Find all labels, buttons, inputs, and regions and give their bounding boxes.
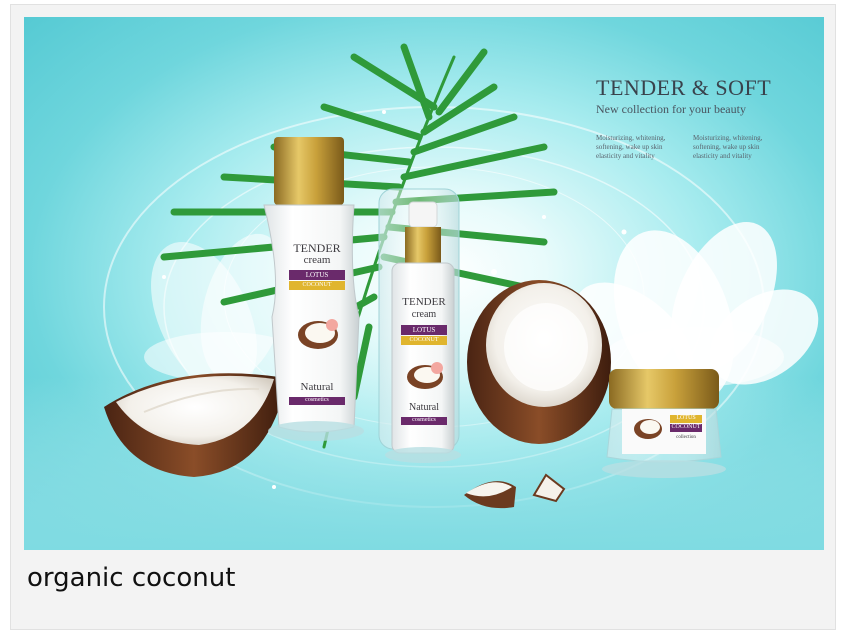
pump-bottle-line2: COCONUT — [409, 337, 439, 343]
blurb-right: Moisturizing, whitening, softening, wake… — [693, 134, 763, 160]
jar-footer-sub: collection — [676, 435, 696, 440]
headline-subtitle: New collection for your beauty — [596, 102, 746, 116]
tall-bottle-type: cream — [303, 254, 331, 266]
pump-bottle-line1: LOTUS — [412, 326, 436, 334]
image-card[interactable]: TENDER cream LOTUS COCONUT Natural cosme… — [10, 4, 836, 630]
jar-line2: COCONUT — [671, 424, 701, 430]
tall-bottle-footer-sub: cosmetics — [305, 397, 329, 403]
product-advertisement-image[interactable]: TENDER cream LOTUS COCONUT Natural cosme… — [24, 17, 824, 550]
jar-line1: LOTUS — [676, 415, 696, 421]
pump-bottle-type: cream — [411, 309, 437, 320]
headline-block: TENDER & SOFT New collection for your be… — [596, 75, 816, 117]
tall-bottle-line2: COCONUT — [302, 282, 332, 288]
tall-bottle-footer: Natural — [300, 381, 334, 393]
headline-title: TENDER & SOFT — [596, 75, 772, 100]
pump-bottle-brand: TENDER — [402, 296, 446, 308]
pump-bottle-footer: Natural — [409, 402, 439, 413]
coconut-half-right — [467, 280, 611, 444]
pump-bottle-footer-sub: cosmetics — [412, 417, 436, 423]
tall-bottle-line1: LOTUS — [305, 271, 329, 279]
blurb-left: Moisturizing, whitening, softening, wake… — [596, 134, 666, 160]
image-caption[interactable]: organic coconut — [27, 563, 235, 593]
